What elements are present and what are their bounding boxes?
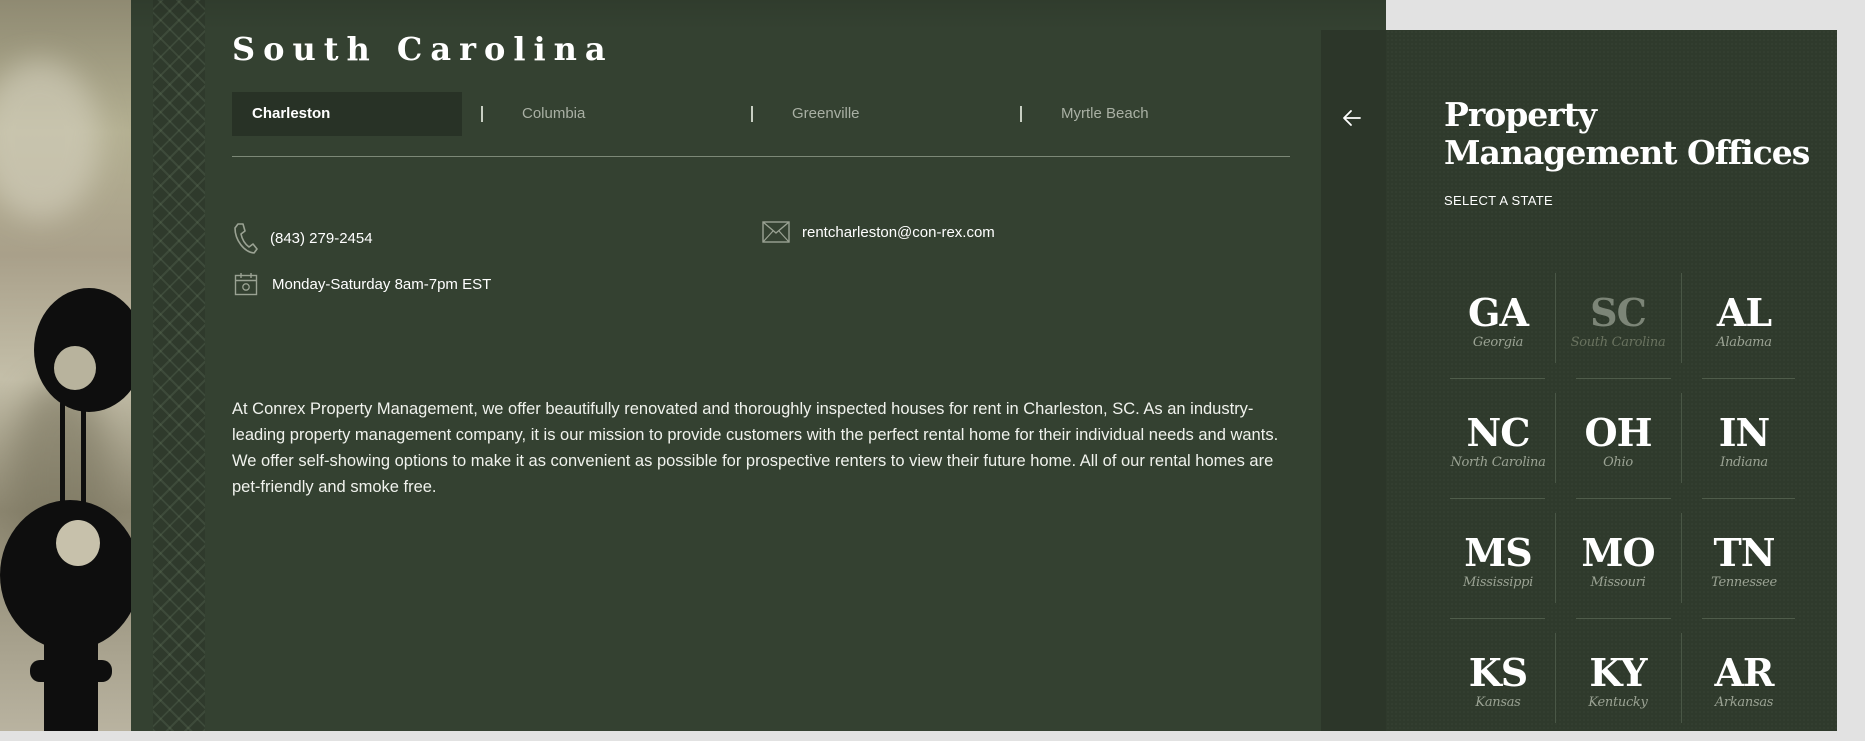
state-missouri[interactable]: MO Missouri [1562,513,1674,621]
state-name: Mississippi [1463,575,1533,590]
state-georgia[interactable]: GA Georgia [1442,273,1554,381]
tab-columbia[interactable]: Columbia [522,92,585,136]
state-abbr: AL [1716,290,1772,335]
hours-text: Monday-Saturday 8am-7pm EST [272,275,492,293]
tab-separator [1020,106,1022,122]
state-indiana[interactable]: IN Indiana [1688,393,1800,501]
arrow-left-icon [1343,110,1361,126]
back-button[interactable] [1338,105,1368,136]
state-abbr: NC [1466,410,1531,455]
state-kansas[interactable]: KS Kansas [1442,633,1554,741]
phone-contact: (843) 279-2454 [232,222,373,254]
state-abbr: GA [1468,290,1529,335]
state-abbr: SC [1590,290,1647,335]
state-name: Missouri [1590,575,1646,590]
email-contact: rentcharleston@con-rex.com [762,220,995,244]
state-abbr: KS [1468,650,1528,695]
state-south-carolina[interactable]: SC South Carolina [1562,273,1674,381]
city-tabs: Charleston Columbia Greenville Myrtle Be… [232,92,1290,136]
sidebar-title-line1: Property [1444,95,1597,134]
email-link[interactable]: rentcharleston@con-rex.com [802,224,995,241]
tab-separator [481,106,483,122]
state-arkansas[interactable]: AR Arkansas [1688,633,1800,741]
state-name: Arkansas [1714,695,1774,710]
decorative-pattern [153,0,205,731]
tab-charleston[interactable]: Charleston [232,92,462,136]
sidebar-title-line2: Management Offices [1444,133,1810,172]
state-abbr: OH [1584,410,1652,455]
sidebar-title: Property Management Offices [1444,95,1810,172]
state-name: Tennessee [1711,575,1777,590]
state-ohio[interactable]: OH Ohio [1562,393,1674,501]
state-name: Georgia [1472,335,1524,350]
state-tennessee[interactable]: TN Tennessee [1688,513,1800,621]
state-abbr: TN [1713,530,1775,575]
select-state-label: SELECT A STATE [1444,193,1553,208]
state-name: Indiana [1720,455,1768,470]
background-photo [0,0,132,731]
tab-separator [751,106,753,122]
tab-greenville[interactable]: Greenville [792,92,860,136]
calendar-icon [234,273,258,296]
state-mississippi[interactable]: MS Mississippi [1442,513,1554,621]
state-description: At Conrex Property Management, we offer … [232,400,1279,496]
hours-contact: Monday-Saturday 8am-7pm EST [234,272,491,296]
state-name: Ohio [1603,455,1633,470]
tab-myrtle-beach[interactable]: Myrtle Beach [1061,92,1149,136]
phone-icon [234,223,258,254]
state-title: South Carolina [232,30,614,68]
state-name: South Carolina [1570,335,1666,350]
state-abbr: MS [1464,530,1533,575]
state-alabama[interactable]: AL Alabama [1688,273,1800,381]
state-north-carolina[interactable]: NC North Carolina [1442,393,1554,501]
phone-link[interactable]: (843) 279-2454 [270,230,373,247]
state-name: North Carolina [1450,455,1546,470]
state-kentucky[interactable]: KY Kentucky [1562,633,1674,741]
envelope-icon [762,221,790,243]
tabs-divider [232,156,1290,157]
state-name: Kansas [1475,695,1521,710]
state-abbr: MO [1581,530,1655,575]
state-abbr: IN [1718,410,1771,455]
state-abbr: KY [1589,650,1647,695]
state-name: Alabama [1716,335,1772,350]
state-abbr: AR [1714,650,1774,695]
state-grid: GA Georgia SC South Carolina AL Alabama … [1450,273,1795,733]
state-name: Kentucky [1588,695,1648,710]
